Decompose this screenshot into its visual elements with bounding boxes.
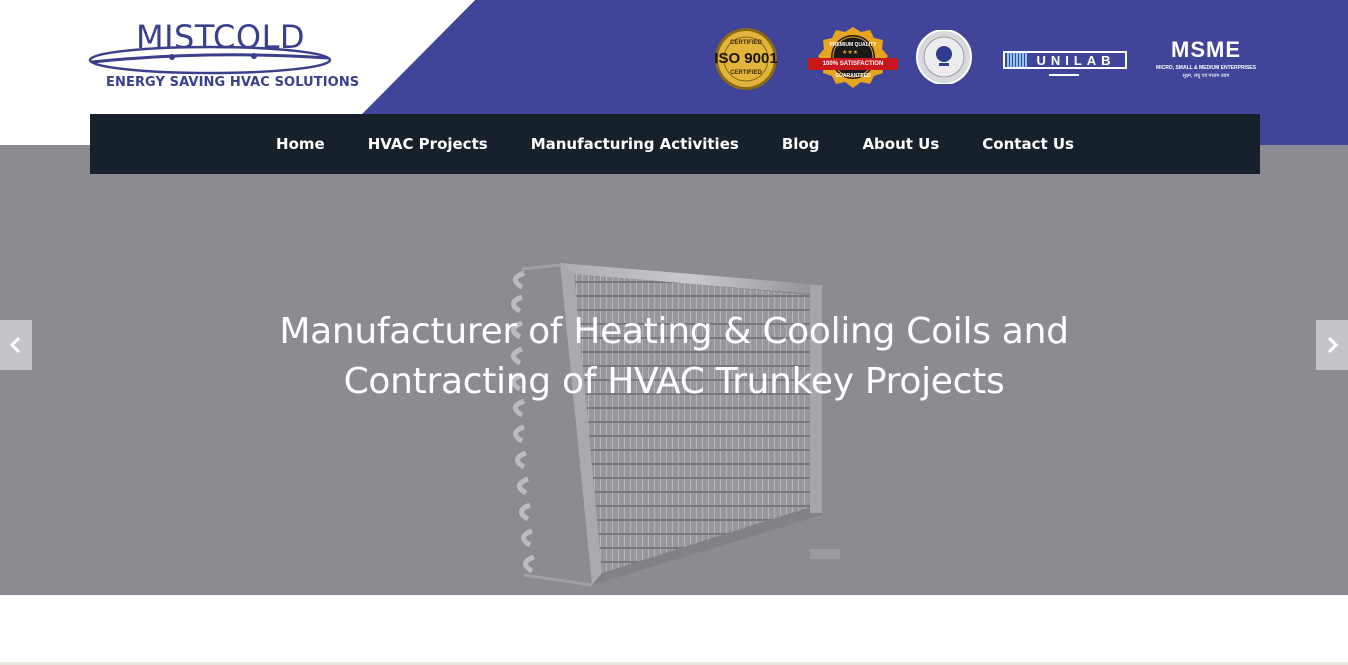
hero-title: Manufacturer of Heating & Cooling Coils … <box>174 307 1174 407</box>
slider-next-button[interactable] <box>1316 320 1348 370</box>
site-logo[interactable]: MISTCOLD ENERGY SAVING HVAC SOLUTIONS <box>88 16 359 96</box>
unilab-badge: UNILAB <box>1003 47 1127 81</box>
iso-badge-top-text: CERTIFIED <box>730 40 762 46</box>
premium-badge-bottom-text: GUARANTEED <box>835 73 871 79</box>
unilab-logo-box: UNILAB <box>1003 51 1127 69</box>
premium-badge-top-text: PREMIUM QUALITY <box>829 42 877 48</box>
nav-item-contact-us[interactable]: Contact Us <box>961 135 1096 153</box>
iso-badge-bottom-text: CERTIFIED <box>730 70 762 76</box>
unilab-text: UNILAB <box>1036 52 1116 68</box>
certification-seal-icon <box>916 29 972 85</box>
premium-badge-ribbon: 100% SATISFACTION <box>808 58 898 70</box>
unilab-flag-bar <box>1049 74 1079 76</box>
iso-badge-main-text: ISO 9001 <box>714 50 778 67</box>
nav-item-manufacturing-activities[interactable]: Manufacturing Activities <box>509 135 760 153</box>
main-navigation: Home HVAC Projects Manufacturing Activit… <box>90 114 1260 174</box>
chevron-right-icon <box>1327 336 1339 354</box>
msme-badge: MSME MICRO, SMALL & MEDIUM ENTERPRISES स… <box>1154 38 1258 82</box>
svg-text:★★★: ★★★ <box>842 49 858 56</box>
msme-title: MSME <box>1171 37 1241 62</box>
unilab-grid-icon <box>1007 53 1027 67</box>
certification-badge <box>913 29 975 85</box>
logo-name: MISTCOLD <box>136 18 306 56</box>
iso-9001-badge: CERTIFIED ISO 9001 CERTIFIED <box>713 27 779 91</box>
msme-subtitle-hindi: सूक्ष्म, लघु एवं मध्यम उद्यम <box>1182 73 1230 79</box>
hero-slider: Manufacturer of Heating & Cooling Coils … <box>0 145 1348 595</box>
nav-item-blog[interactable]: Blog <box>760 135 841 153</box>
msme-subtitle: MICRO, SMALL & MEDIUM ENTERPRISES <box>1156 65 1256 71</box>
chevron-left-icon <box>9 336 21 354</box>
nav-item-home[interactable]: Home <box>255 135 347 153</box>
logo-tagline: ENERGY SAVING HVAC SOLUTIONS <box>106 75 360 90</box>
nav-item-hvac-projects[interactable]: HVAC Projects <box>346 135 509 153</box>
nav-item-about-us[interactable]: About Us <box>841 135 961 153</box>
premium-quality-badge: ★★★ PREMIUM QUALITY 100% SATISFACTION GU… <box>808 26 898 92</box>
hero-title-line-2: Contracting of HVAC Trunkey Projects <box>343 361 1005 402</box>
hero-title-line-1: Manufacturer of Heating & Cooling Coils … <box>279 311 1069 352</box>
slider-prev-button[interactable] <box>0 320 32 370</box>
